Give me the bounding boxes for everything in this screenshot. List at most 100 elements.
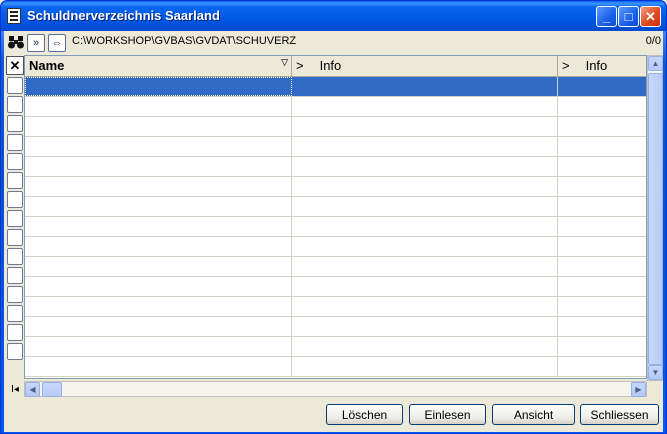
table-cell[interactable] xyxy=(25,357,292,376)
clear-selection-button[interactable]: ✕ xyxy=(6,56,24,75)
table-cell[interactable] xyxy=(25,157,292,176)
table-cell[interactable] xyxy=(25,177,292,196)
table-cell[interactable] xyxy=(558,237,646,256)
table-row[interactable] xyxy=(25,277,646,297)
import-button[interactable]: Einlesen xyxy=(409,404,486,425)
data-grid[interactable]: Name ▽ > Info > Info xyxy=(24,55,647,379)
row-selector[interactable] xyxy=(7,248,23,265)
table-row[interactable] xyxy=(25,137,646,157)
table-row[interactable] xyxy=(25,157,646,177)
scroll-left-icon[interactable]: ◀ xyxy=(25,382,40,397)
table-row[interactable] xyxy=(25,117,646,137)
table-cell[interactable] xyxy=(25,257,292,276)
row-selector[interactable] xyxy=(7,134,23,151)
table-cell[interactable] xyxy=(558,197,646,216)
row-selector[interactable] xyxy=(7,96,23,113)
table-cell[interactable] xyxy=(292,277,558,296)
table-cell[interactable] xyxy=(25,77,292,96)
table-row[interactable] xyxy=(25,97,646,117)
binoculars-icon[interactable] xyxy=(7,34,25,50)
table-cell[interactable] xyxy=(558,217,646,236)
table-cell[interactable] xyxy=(292,337,558,356)
table-cell[interactable] xyxy=(292,157,558,176)
column-header-info-1[interactable]: > Info xyxy=(292,56,558,76)
row-selector[interactable] xyxy=(7,77,23,94)
table-cell[interactable] xyxy=(292,317,558,336)
table-cell[interactable] xyxy=(558,297,646,316)
table-row[interactable] xyxy=(25,217,646,237)
table-cell[interactable] xyxy=(292,297,558,316)
scroll-down-icon[interactable]: ▼ xyxy=(648,365,663,380)
first-record-button[interactable]: I◂ xyxy=(7,382,23,397)
table-cell[interactable] xyxy=(292,217,558,236)
table-cell[interactable] xyxy=(25,137,292,156)
row-selector[interactable] xyxy=(7,172,23,189)
vertical-scrollbar[interactable]: ▲ ▼ xyxy=(647,55,663,381)
close-button[interactable]: ✕ xyxy=(640,6,661,27)
row-selector[interactable] xyxy=(7,115,23,132)
table-cell[interactable] xyxy=(292,177,558,196)
table-cell[interactable] xyxy=(25,297,292,316)
table-row[interactable] xyxy=(25,297,646,317)
maximize-button[interactable]: □ xyxy=(618,6,639,27)
table-cell[interactable] xyxy=(558,97,646,116)
table-row[interactable] xyxy=(25,257,646,277)
minimize-button[interactable]: _ xyxy=(596,6,617,27)
table-cell[interactable] xyxy=(25,217,292,236)
delete-button[interactable]: Löschen xyxy=(326,404,403,425)
scroll-up-icon[interactable]: ▲ xyxy=(648,56,663,71)
table-row[interactable] xyxy=(25,357,646,377)
table-cell[interactable] xyxy=(558,257,646,276)
table-row[interactable] xyxy=(25,177,646,197)
table-cell[interactable] xyxy=(558,357,646,376)
table-cell[interactable] xyxy=(558,157,646,176)
table-cell[interactable] xyxy=(25,97,292,116)
row-selector[interactable] xyxy=(7,267,23,284)
table-row[interactable] xyxy=(25,77,646,97)
table-cell[interactable] xyxy=(25,237,292,256)
table-cell[interactable] xyxy=(292,137,558,156)
horizontal-scroll-thumb[interactable] xyxy=(42,382,62,397)
table-cell[interactable] xyxy=(558,317,646,336)
table-cell[interactable] xyxy=(558,277,646,296)
close-dialog-button[interactable]: Schliessen xyxy=(580,404,659,425)
table-cell[interactable] xyxy=(292,197,558,216)
table-cell[interactable] xyxy=(25,117,292,136)
table-row[interactable] xyxy=(25,197,646,217)
table-cell[interactable] xyxy=(558,137,646,156)
table-row[interactable] xyxy=(25,317,646,337)
forward-button[interactable]: » xyxy=(27,34,45,52)
row-selector[interactable] xyxy=(7,286,23,303)
vertical-scroll-thumb[interactable] xyxy=(648,73,663,365)
row-selector[interactable] xyxy=(7,305,23,322)
table-cell[interactable] xyxy=(558,177,646,196)
table-cell[interactable] xyxy=(558,337,646,356)
table-row[interactable] xyxy=(25,337,646,357)
horizontal-scrollbar[interactable]: ◀ ▶ xyxy=(24,381,647,397)
table-cell[interactable] xyxy=(292,117,558,136)
table-row[interactable] xyxy=(25,237,646,257)
column-header-info-2[interactable]: > Info xyxy=(558,56,646,76)
table-cell[interactable] xyxy=(558,77,646,96)
table-cell[interactable] xyxy=(25,337,292,356)
row-selector[interactable] xyxy=(7,153,23,170)
table-cell[interactable] xyxy=(292,257,558,276)
table-cell[interactable] xyxy=(292,77,558,96)
table-cell[interactable] xyxy=(25,277,292,296)
table-cell[interactable] xyxy=(292,237,558,256)
row-selector[interactable] xyxy=(7,210,23,227)
row-selector[interactable] xyxy=(7,324,23,341)
row-selector[interactable] xyxy=(7,343,23,360)
table-cell[interactable] xyxy=(292,97,558,116)
row-selector[interactable] xyxy=(7,191,23,208)
table-cell[interactable] xyxy=(25,197,292,216)
table-cell[interactable] xyxy=(292,357,558,376)
swap-button[interactable]: ⇔ xyxy=(48,34,66,52)
row-selector[interactable] xyxy=(7,229,23,246)
column-header-name[interactable]: Name ▽ xyxy=(25,56,292,76)
title-bar[interactable]: Schuldnerverzeichnis Saarland _ □ ✕ xyxy=(1,1,666,31)
table-cell[interactable] xyxy=(25,317,292,336)
view-button[interactable]: Ansicht xyxy=(492,404,575,425)
scroll-right-icon[interactable]: ▶ xyxy=(631,382,646,397)
table-cell[interactable] xyxy=(558,117,646,136)
